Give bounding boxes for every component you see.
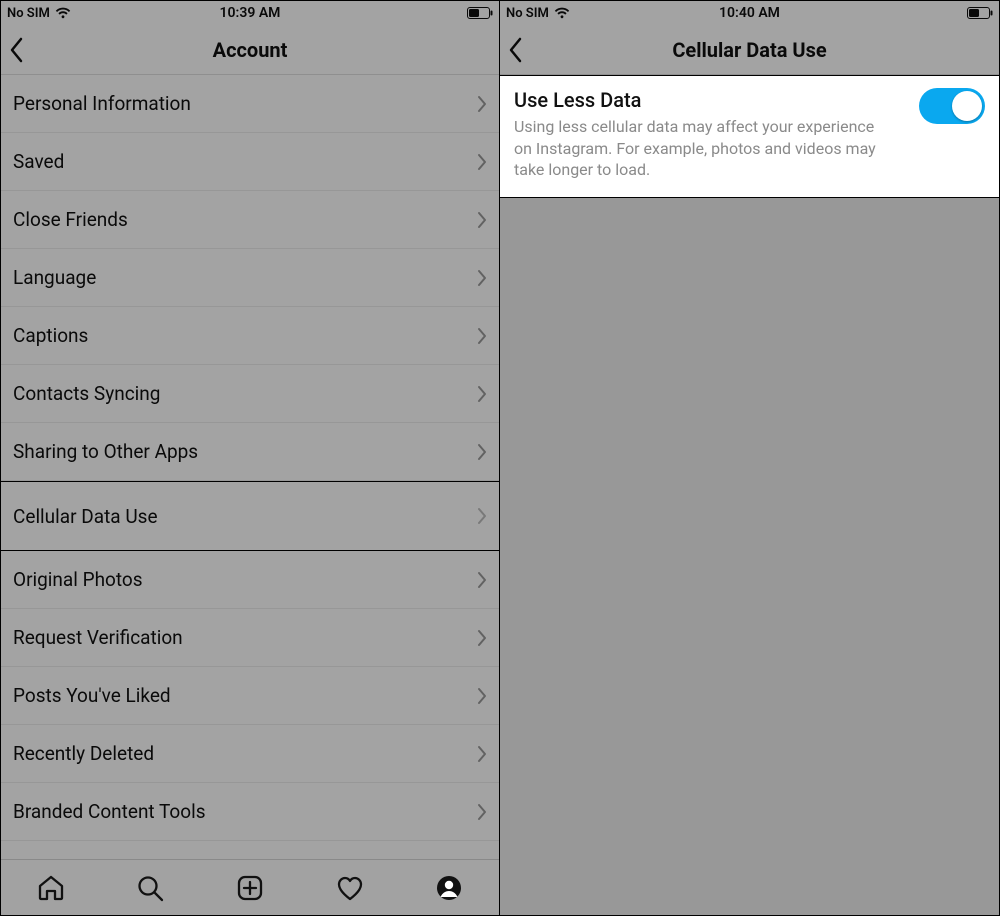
heart-icon <box>335 873 365 903</box>
chevron-right-icon <box>477 507 487 525</box>
row-close-friends[interactable]: Close Friends <box>1 191 499 249</box>
nav-bar: Account <box>1 25 499 75</box>
page-title: Cellular Data Use <box>672 38 826 62</box>
tab-create[interactable] <box>235 873 265 903</box>
chevron-right-icon <box>477 327 487 345</box>
status-bar: No SIM 10:39 AM <box>1 1 499 25</box>
screenshot-cellular-data-use: No SIM 10:40 AM Cellular Data Use Use Le… <box>500 1 999 915</box>
row-label: Posts You've Liked <box>13 684 171 707</box>
row-sharing-to-other-apps[interactable]: Sharing to Other Apps <box>1 423 499 481</box>
chevron-right-icon <box>477 745 487 763</box>
row-contacts-syncing[interactable]: Contacts Syncing <box>1 365 499 423</box>
row-personal-information[interactable]: Personal Information <box>1 75 499 133</box>
chevron-right-icon <box>477 153 487 171</box>
tab-activity[interactable] <box>335 873 365 903</box>
row-captions[interactable]: Captions <box>1 307 499 365</box>
back-button[interactable] <box>508 25 524 74</box>
row-language[interactable]: Language <box>1 249 499 307</box>
home-icon <box>36 873 66 903</box>
page-title: Account <box>213 38 288 62</box>
tab-search[interactable] <box>135 873 165 903</box>
tab-home[interactable] <box>36 873 66 903</box>
chevron-right-icon <box>477 269 487 287</box>
row-cellular-data-use[interactable]: Cellular Data Use <box>1 481 499 551</box>
toggle-thumb <box>952 91 982 121</box>
chevron-right-icon <box>477 95 487 113</box>
chevron-right-icon <box>477 629 487 647</box>
tab-bar <box>1 859 499 915</box>
search-icon <box>135 873 165 903</box>
clock: 10:40 AM <box>500 1 999 25</box>
row-label: Original Photos <box>13 568 143 591</box>
chevron-right-icon <box>477 443 487 461</box>
row-label: Personal Information <box>13 92 191 115</box>
row-label: Branded Content Tools <box>13 800 206 823</box>
row-recently-deleted[interactable]: Recently Deleted <box>1 725 499 783</box>
empty-area <box>500 198 999 915</box>
status-bar: No SIM 10:40 AM <box>500 1 999 25</box>
row-request-verification[interactable]: Request Verification <box>1 609 499 667</box>
row-label: Saved <box>13 150 64 173</box>
row-label: Language <box>13 266 96 289</box>
profile-icon <box>434 873 464 903</box>
chevron-right-icon <box>477 571 487 589</box>
use-less-data-title: Use Less Data <box>514 88 894 112</box>
row-label: Captions <box>13 324 88 347</box>
account-list: Personal Information Saved Close Friends… <box>1 75 499 841</box>
row-label: Close Friends <box>13 208 128 231</box>
row-label: Cellular Data Use <box>13 505 158 528</box>
chevron-right-icon <box>477 803 487 821</box>
use-less-data-card: Use Less Data Using less cellular data m… <box>500 75 999 198</box>
row-label: Request Verification <box>13 626 183 649</box>
plus-square-icon <box>235 873 265 903</box>
row-label: Contacts Syncing <box>13 382 160 405</box>
tab-profile[interactable] <box>434 873 464 903</box>
row-saved[interactable]: Saved <box>1 133 499 191</box>
row-branded-content-tools[interactable]: Branded Content Tools <box>1 783 499 841</box>
row-label: Sharing to Other Apps <box>13 440 198 463</box>
chevron-right-icon <box>477 211 487 229</box>
chevron-right-icon <box>477 385 487 403</box>
row-original-photos[interactable]: Original Photos <box>1 551 499 609</box>
use-less-data-toggle[interactable] <box>919 88 985 124</box>
use-less-data-description: Using less cellular data may affect your… <box>514 116 894 181</box>
row-label: Recently Deleted <box>13 742 154 765</box>
chevron-right-icon <box>477 687 487 705</box>
screenshot-account: No SIM 10:39 AM Account Personal Informa… <box>1 1 500 915</box>
row-posts-youve-liked[interactable]: Posts You've Liked <box>1 667 499 725</box>
clock: 10:39 AM <box>1 1 499 25</box>
nav-bar: Cellular Data Use <box>500 25 999 75</box>
back-button[interactable] <box>9 25 25 74</box>
